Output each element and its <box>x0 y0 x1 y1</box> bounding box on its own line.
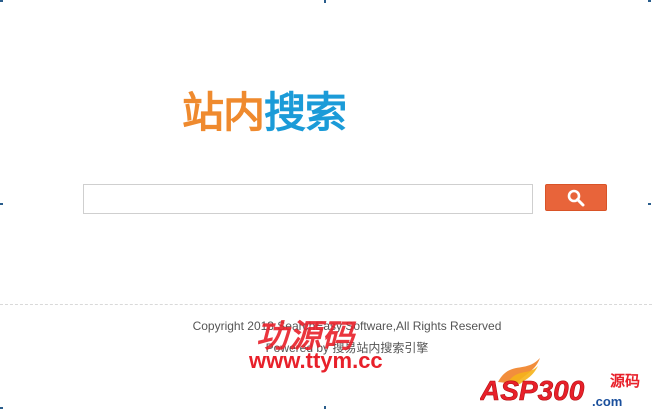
svg-text:源码: 源码 <box>610 372 640 390</box>
svg-text:.com: .com <box>592 394 622 408</box>
search-icon <box>567 189 585 206</box>
site-search-logo: 站内 搜索 <box>182 84 347 137</box>
watermark-url: www.ttym.cc <box>249 348 383 373</box>
resize-handle-bottom-center[interactable] <box>324 406 326 409</box>
resize-handle-top-center[interactable] <box>324 0 326 3</box>
resize-handle-middle-right[interactable] <box>648 203 651 205</box>
resize-handle-top-right[interactable] <box>648 0 651 2</box>
resize-handle-top-left[interactable] <box>0 0 3 2</box>
logo-part-search: 搜索 <box>264 87 347 137</box>
svg-text:ASP300: ASP300 <box>480 375 585 406</box>
footer-divider <box>0 304 652 305</box>
resize-handle-bottom-left[interactable] <box>0 407 3 409</box>
logo-part-station: 站内 <box>182 87 265 137</box>
asp300-logo: ASP300 .com 源码 <box>480 358 640 408</box>
search-button[interactable] <box>545 184 607 211</box>
resize-handle-middle-left[interactable] <box>0 203 3 205</box>
search-input[interactable] <box>83 184 533 214</box>
